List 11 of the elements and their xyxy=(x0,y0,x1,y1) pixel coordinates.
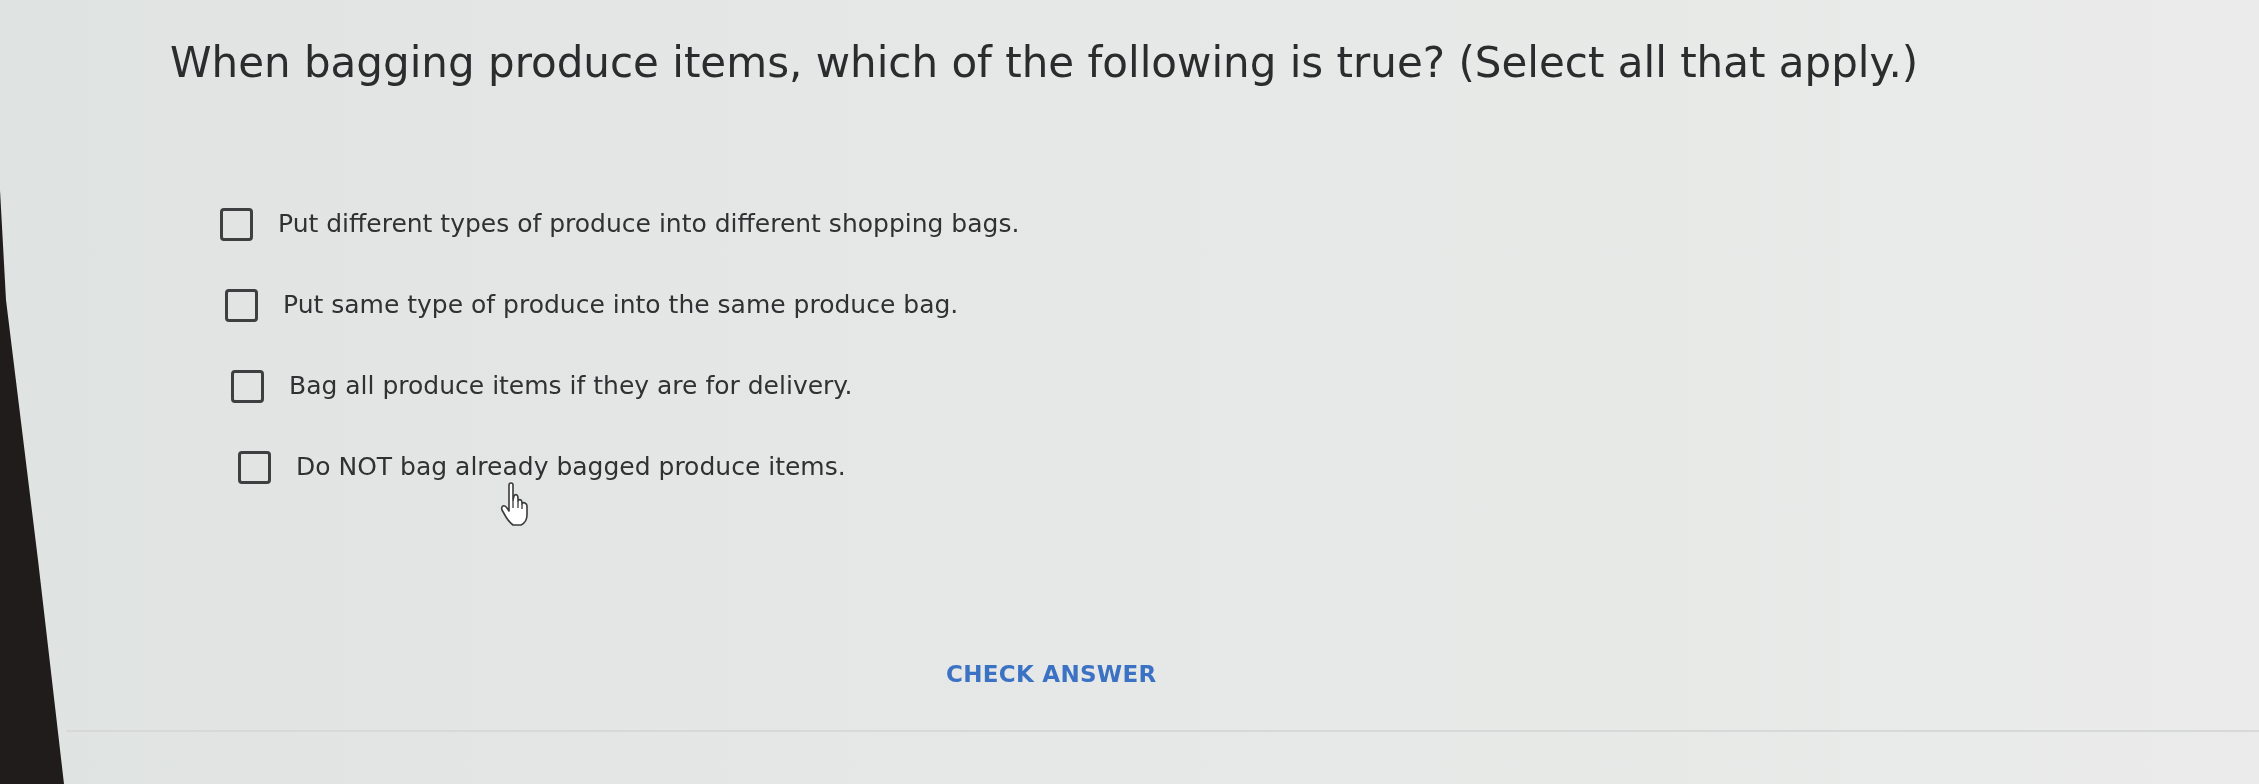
checkbox[interactable] xyxy=(225,288,258,322)
hand-cursor-icon xyxy=(500,482,530,526)
option-label: Bag all produce items if they are for delivery. xyxy=(289,371,853,402)
option-label: Put different types of produce into different shopping bags. xyxy=(278,209,1020,240)
question-text: When bagging produce items, which of the following is true? (Select all that apply.) xyxy=(170,38,1919,89)
option-label: Put same type of produce into the same produce bag. xyxy=(283,290,959,321)
option-label: Do NOT bag already bagged produce items. xyxy=(296,452,846,483)
checkbox[interactable] xyxy=(231,369,264,403)
check-answer-button[interactable]: CHECK ANSWER xyxy=(942,651,1161,698)
checkbox[interactable] xyxy=(238,450,271,484)
checkbox[interactable] xyxy=(220,207,253,241)
